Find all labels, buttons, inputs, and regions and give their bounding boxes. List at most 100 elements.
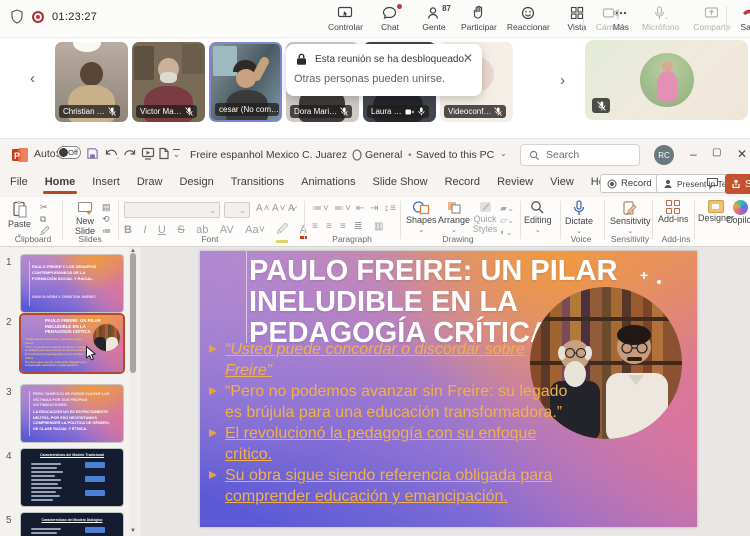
align-right-button[interactable]: ≡ [340, 221, 347, 232]
customize-quick-access-icon[interactable]: ⌄ [173, 149, 180, 159]
increase-indent-button[interactable]: ⇥ [370, 203, 379, 214]
tab-insert[interactable]: Insert [92, 176, 120, 188]
redo-button[interactable] [124, 147, 137, 160]
video-tile-christian[interactable]: Christian … [55, 42, 128, 122]
italic-button[interactable]: I [143, 224, 146, 236]
new-document-button[interactable] [158, 147, 170, 160]
panel-scrollbar-thumb[interactable] [130, 253, 136, 373]
tab-draw[interactable]: Draw [137, 176, 163, 188]
save-button[interactable] [86, 147, 99, 160]
react-button[interactable]: Reaccionar [505, 3, 552, 33]
section-button[interactable]: ≔ [102, 227, 111, 236]
search-input[interactable]: Search [520, 144, 640, 166]
bold-button[interactable]: B [124, 224, 132, 236]
layout-button[interactable]: ▤ [102, 203, 111, 212]
copilot-button[interactable]: Copilot [726, 200, 750, 226]
video-tile-spotlight[interactable] [585, 40, 748, 120]
scroll-up-arrow-icon[interactable]: ▲ [130, 248, 136, 254]
slide-thumbnail-1[interactable]: PAULO FREIRE Y LOS DESAFÍOS CONTEMPORÁNE… [21, 255, 123, 312]
people-button[interactable]: 87 Gente [415, 3, 453, 33]
font-size-select[interactable]: ⌄ [224, 202, 250, 218]
mouse-cursor-icon [85, 345, 97, 362]
undo-button[interactable]: ⌄ [104, 147, 119, 160]
video-tile-cesar-active-speaker[interactable]: cesar (No com… [209, 42, 282, 122]
new-slide-button[interactable]: New Slide [68, 200, 102, 237]
record-button[interactable]: Record [600, 174, 659, 193]
font-name-select[interactable]: ⌄ [124, 202, 220, 218]
justify-button[interactable]: ≣ [354, 221, 363, 232]
raise-hand-button[interactable]: Participar [459, 3, 499, 33]
svg-text:P: P [14, 151, 20, 161]
underline-button[interactable]: U [158, 224, 166, 236]
clear-formatting-button[interactable]: A̷ [288, 203, 296, 214]
tab-view[interactable]: View [550, 176, 574, 188]
align-center-button[interactable]: ≡ [326, 221, 333, 232]
line-spacing-button[interactable]: ↕≡ [384, 203, 397, 214]
slide-thumbnail-5[interactable]: Características del Modelo Dialógico [21, 513, 123, 536]
arrange-button[interactable]: Arrange ⌄ [438, 200, 470, 235]
account-avatar[interactable]: RC [654, 145, 674, 165]
scroll-right-chevron-icon[interactable]: › [560, 72, 565, 89]
shapes-button[interactable]: Shapes ⌄ [406, 200, 437, 235]
shrink-font-button[interactable]: A˅ [272, 203, 287, 214]
decrease-indent-button[interactable]: ⇤ [356, 203, 365, 214]
slide-thumbnail-3[interactable]: PERO TAMPOCO SE PUEDE CULPAR LAS VÍCTIMA… [21, 385, 123, 442]
tab-design[interactable]: Design [179, 176, 213, 188]
numbering-button[interactable]: ≕˅ [334, 203, 352, 214]
tab-record[interactable]: Record [445, 176, 480, 188]
sensitivity-label[interactable]: General [365, 149, 402, 161]
close-icon[interactable]: ✕ [463, 51, 473, 65]
minimize-button[interactable]: – [690, 147, 697, 161]
add-ins-button[interactable]: Add-ins [658, 200, 689, 225]
tab-slide-show[interactable]: Slide Show [373, 176, 428, 188]
slide-bullet: “Pero no podemos avanzar sin Freire: su … [208, 381, 572, 423]
view-button[interactable]: Vista [558, 3, 596, 33]
slide-thumbnail-4[interactable]: Características del Modelo Tradicional [21, 449, 123, 506]
paste-button[interactable]: Paste ⌄ [8, 200, 31, 239]
autosave-toggle[interactable]: Off [57, 146, 81, 159]
slide-thumbnail-2-selected[interactable]: PAULO FREIRE: UN PILAR INELUDIBLE EN LA … [21, 315, 123, 372]
shapes-icon [412, 200, 430, 215]
highlight-color-button[interactable]: 🖉 [276, 221, 288, 243]
camera-button-disabled: ⌄ Cámara [592, 3, 630, 33]
tab-transitions[interactable]: Transitions [231, 176, 284, 188]
align-left-button[interactable]: ≡ [312, 221, 319, 232]
ceiling-light [73, 42, 101, 52]
video-tile-victor[interactable]: Victor Ma… [132, 42, 205, 122]
new-slide-icon [77, 200, 93, 216]
tab-animations[interactable]: Animations [301, 176, 355, 188]
share-button[interactable]: Share [725, 174, 750, 194]
dictate-button[interactable]: Dictate ⌄ [565, 200, 593, 236]
chat-button[interactable]: Chat [371, 3, 409, 33]
slide-number: 2 [6, 317, 12, 328]
slideshow-from-beginning-button[interactable] [141, 147, 155, 160]
character-spacing-button[interactable]: AV [220, 224, 234, 236]
scroll-down-arrow-icon[interactable]: ▼ [130, 528, 136, 534]
scroll-left-chevron-icon[interactable]: ‹ [30, 70, 35, 87]
comments-icon[interactable] [706, 177, 719, 190]
change-case-button[interactable]: Aa˅ [245, 224, 265, 236]
tab-review[interactable]: Review [497, 176, 533, 188]
cut-button[interactable]: ✂ [40, 203, 50, 212]
close-button[interactable]: ✕ [737, 147, 747, 161]
bullets-button[interactable]: ≔˅ [312, 203, 330, 214]
thumb1-subtitle: IVANI OLIVEIRA Y CHRISTIAN JIMÉNEZ [32, 295, 112, 300]
saved-location-label[interactable]: Saved to this PC [416, 149, 494, 161]
powerpoint-app-icon: P [12, 147, 28, 163]
control-button[interactable]: Controlar [326, 3, 365, 33]
restore-button[interactable]: ▢ [712, 147, 721, 158]
grow-font-button[interactable]: A˄ [256, 203, 271, 214]
strikethrough-button[interactable]: S [177, 224, 184, 236]
current-slide[interactable]: PAULO FREIRE: UN PILAR INELUDIBLE EN LA … [200, 251, 697, 527]
leave-icon [741, 4, 750, 20]
copy-button[interactable]: ⧉ [40, 215, 50, 224]
reset-button[interactable]: ⟲ [102, 215, 111, 224]
columns-button[interactable]: ▥ [374, 221, 384, 232]
shape-fill-button: ▰⌄ [500, 204, 514, 213]
tab-home[interactable]: Home [45, 176, 76, 188]
sensitivity-button[interactable]: Sensitivity ⌄ [610, 200, 651, 236]
tab-file[interactable]: File [10, 176, 28, 188]
svg-text:⌄: ⌄ [664, 15, 669, 20]
editing-button[interactable]: Editing ⌄ [524, 200, 552, 235]
leave-meeting-button[interactable]: Salir [730, 3, 750, 33]
